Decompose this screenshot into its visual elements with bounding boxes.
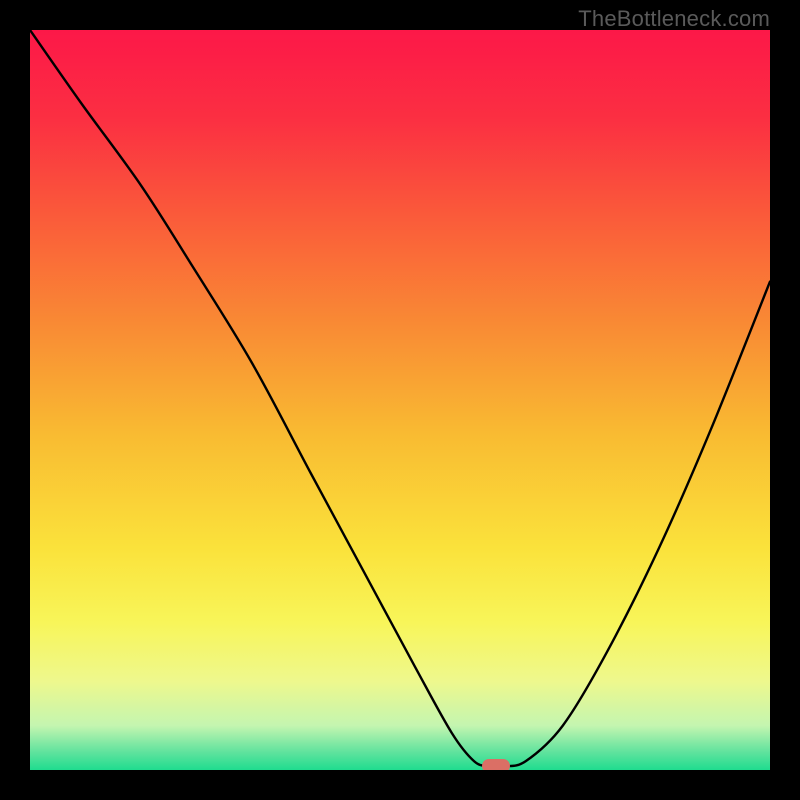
watermark-text: TheBottleneck.com bbox=[578, 6, 770, 32]
chart-frame: TheBottleneck.com bbox=[0, 0, 800, 800]
optimal-point-marker bbox=[482, 759, 510, 770]
bottleneck-curve bbox=[30, 30, 770, 770]
plot-area bbox=[30, 30, 770, 770]
